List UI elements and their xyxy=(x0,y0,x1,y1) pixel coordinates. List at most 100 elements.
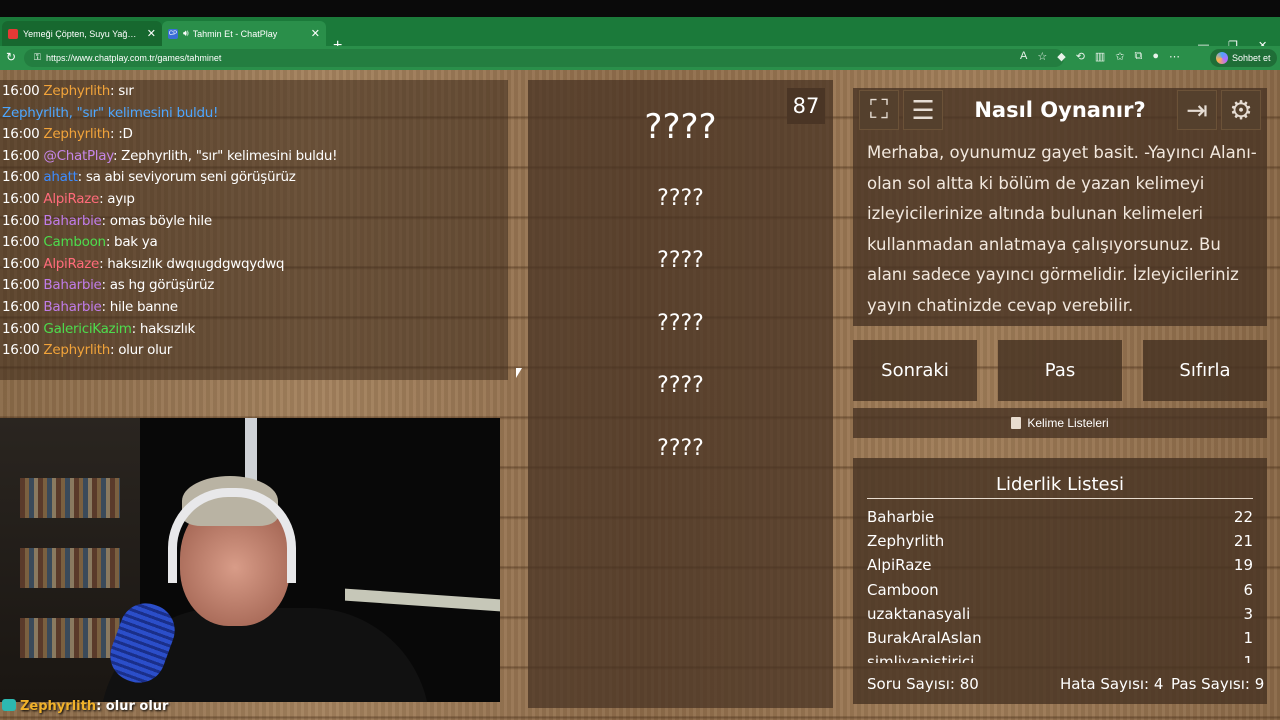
forbidden-word: ???? xyxy=(657,311,704,336)
chat-username[interactable]: @ChatPlay xyxy=(43,148,113,164)
leaderboard-title: Liderlik Listesi xyxy=(996,474,1124,495)
chat-timestamp: 16:00 xyxy=(2,299,40,315)
chat-message: 16:00 AlpiRaze: ayıp xyxy=(2,191,135,207)
word-lists-label: Kelime Listeleri xyxy=(1027,416,1109,430)
chat-timestamp: 16:00 xyxy=(2,255,40,272)
leaderboard-panel: Liderlik Listesi Baharbie 22 Zephyrlith 21 A… xyxy=(853,458,1267,704)
chat-timestamp: 16:00 xyxy=(2,126,40,143)
logout-icon[interactable]: ⇥ xyxy=(1177,90,1217,130)
chat-username[interactable]: Zephyrlith xyxy=(43,126,110,142)
pass-count: Pas Sayısı: 9 xyxy=(1171,675,1265,693)
player-name: Camboon xyxy=(867,580,939,599)
chat-timestamp: 16:00 xyxy=(2,147,40,164)
error-count: Hata Sayısı: 4 xyxy=(1060,675,1164,693)
chat-text: : omas böyle hile xyxy=(101,212,213,229)
leaderboard-row: uzaktanasyali 3 xyxy=(867,605,1253,623)
chat-text: : sır xyxy=(109,83,134,99)
chat-timestamp: 16:00 xyxy=(2,169,40,186)
player-name: Zephyrlith xyxy=(867,532,945,551)
chat-username[interactable]: Zephyrlith xyxy=(43,342,110,358)
chat-panel: 16:00 Zephyrlith: sır Zephyrlith, "sır" k… xyxy=(0,80,508,380)
chat-message: 16:00 GaleriсiKazim: haksızlık xyxy=(2,321,195,337)
chat-timestamp: 16:00 xyxy=(2,234,40,251)
word-lists-button[interactable]: Kelime Listeleri xyxy=(853,408,1267,438)
player-score: 3 xyxy=(1243,604,1253,623)
os-top-bar xyxy=(0,0,1280,17)
leaderboard-row: Zephyrlith 21 xyxy=(867,532,1253,550)
toolbar-icons: A ☆ ◆ ⟲ ▥ ✩ ⧉ ● ⋯ xyxy=(1020,50,1180,63)
site-info-icon[interactable]: ⚿ xyxy=(34,52,41,63)
chat-text: : as hg görüşürüz xyxy=(101,277,215,294)
sync-icon[interactable]: ⟲ xyxy=(1076,50,1085,63)
overlay-message: : olur olur xyxy=(96,699,169,714)
url-text[interactable]: https://www.chatplay.com.tr/games/tahmin… xyxy=(46,53,221,63)
chat-username[interactable]: AlpiRaze xyxy=(43,256,99,272)
chat-system-message: Zephyrlith, "sır" kelimesini buldu! xyxy=(2,104,219,121)
chat-text: : bak ya xyxy=(105,234,158,251)
speaker-icon[interactable]: 🔊︎ xyxy=(183,28,189,39)
chat-username[interactable]: Baharbie xyxy=(43,299,101,315)
split-screen-icon[interactable]: ▥ xyxy=(1095,50,1105,63)
leaderboard-list[interactable]: Baharbie 22 Zephyrlith 21 AlpiRaze 19 Camboon 6… xyxy=(853,506,1267,663)
leaderboard-row: BurakAralAslan 1 xyxy=(867,629,1253,647)
read-aloud-icon[interactable]: A xyxy=(1020,50,1027,63)
player-name: AlpiRaze xyxy=(867,556,932,575)
address-bar: ↻ ⚿ https://www.chatplay.com.tr/games/ta… xyxy=(0,46,1280,70)
player-score: 21 xyxy=(1233,532,1253,551)
chat-username[interactable]: Baharbie xyxy=(43,277,101,293)
chat-message: 16:00 Baharbie: omas böyle hile xyxy=(2,213,212,229)
collections-icon[interactable]: ⧉ xyxy=(1135,50,1143,63)
favorites-icon[interactable]: ✩ xyxy=(1115,50,1124,63)
chat-message: 16:00 Zephyrlith: sır xyxy=(2,83,134,99)
profile-avatar[interactable]: ● xyxy=(1152,50,1159,63)
player-name: simliyapistirici xyxy=(867,653,975,663)
chatplay-favicon-icon: CP xyxy=(168,28,178,39)
chat-message: 16:00 Zephyrlith: olur olur xyxy=(2,342,172,358)
gear-icon[interactable]: ⚙ xyxy=(1221,90,1261,130)
favorite-icon[interactable]: ☆ xyxy=(1037,50,1047,63)
chat-message: 16:00 Baharbie: as hg görüşürüz xyxy=(2,277,214,293)
notebook-icon xyxy=(1011,417,1022,429)
more-icon[interactable]: ⋯ xyxy=(1169,50,1180,63)
player-score: 6 xyxy=(1243,580,1253,599)
tab-strip: Yemeği Çöpten, Suyu Yağmurdan ✕ CP 🔊︎ Ta… xyxy=(0,17,1280,54)
chat-username[interactable]: ahatt xyxy=(43,169,78,185)
tab-title: Yemeği Çöpten, Suyu Yağmurdan xyxy=(23,28,143,39)
mouse-cursor xyxy=(516,368,522,378)
chat-username[interactable]: AlpiRaze xyxy=(43,191,99,207)
chat-username[interactable]: Zephyrlith xyxy=(43,83,110,99)
chat-message: 16:00 Baharbie: hile banne xyxy=(2,299,178,315)
leaderboard-row: AlpiRaze 19 xyxy=(867,556,1253,574)
chat-message: 16:00 Zephyrlith: :D xyxy=(2,126,133,142)
player-name: BurakAralAslan xyxy=(867,629,982,647)
badge-icon xyxy=(2,699,16,711)
forbidden-word: ???? xyxy=(657,436,704,461)
copilot-chat-button[interactable]: Sohbet et xyxy=(1210,49,1277,67)
tab-youtube[interactable]: Yemeği Çöpten, Suyu Yağmurdan ✕ xyxy=(2,21,162,46)
extension-icon[interactable]: ◆ xyxy=(1057,50,1065,63)
leaderboard-row: Baharbie 22 xyxy=(867,508,1253,526)
chat-timestamp: 16:00 xyxy=(2,320,40,337)
chat-username[interactable]: GaleriсiKazim xyxy=(43,321,132,337)
forbidden-word: ???? xyxy=(657,186,704,211)
close-tab-icon[interactable]: ✕ xyxy=(311,27,320,40)
player-score: 22 xyxy=(1233,508,1253,526)
chat-message: 16:00 Camboon: bak ya xyxy=(2,234,158,251)
next-button[interactable]: Sonraki xyxy=(853,340,977,401)
chat-text: : sa abi seviyorum seni görüşürüz xyxy=(77,169,296,186)
chat-timestamp: 16:00 xyxy=(2,83,40,99)
reload-icon[interactable]: ↻ xyxy=(6,50,16,64)
webcam-feed xyxy=(0,418,500,702)
chat-text: : haksızlık dwqıugdgwqydwq xyxy=(99,255,285,272)
pass-button[interactable]: Pas xyxy=(998,340,1122,401)
chat-timestamp: 16:00 xyxy=(2,191,40,207)
reset-button[interactable]: Sıfırla xyxy=(1143,340,1267,401)
chat-username[interactable]: Baharbie xyxy=(43,213,101,229)
close-tab-icon[interactable]: ✕ xyxy=(147,27,156,40)
copilot-label: Sohbet et xyxy=(1232,53,1271,63)
words-panel: 87 ???? ???? ???? ???? ???? ???? xyxy=(528,80,833,708)
chat-username[interactable]: Camboon xyxy=(43,234,106,250)
tab-chatplay[interactable]: CP 🔊︎ Tahmin Et - ChatPlay ✕ xyxy=(162,21,326,46)
youtube-favicon-icon xyxy=(8,28,18,39)
chat-message: 16:00 AlpiRaze: haksızlık dwqıugdgwqydwq xyxy=(2,255,285,272)
